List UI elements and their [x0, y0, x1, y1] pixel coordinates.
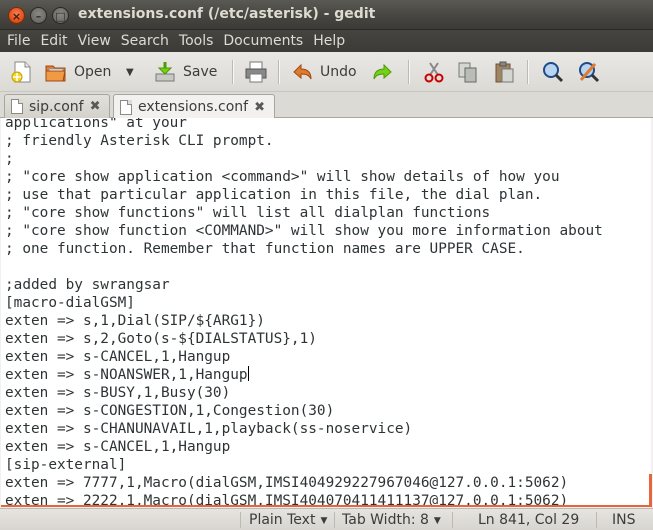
redo-button[interactable] — [371, 58, 395, 86]
dropdown-arrow-icon: ▼ — [126, 66, 134, 78]
tab-bar: sip.conf ✖ extensions.conf ✖ — [0, 92, 653, 119]
document-icon — [120, 99, 132, 115]
code-line: ; — [5, 151, 14, 167]
gedit-window: × – □ extensions.conf (/etc/asterisk) - … — [0, 0, 653, 530]
tab-label: extensions.conf — [138, 99, 249, 115]
status-bar: Plain Text ▼ Tab Width: 8 ▼ Ln 841, Col 29… — [0, 508, 653, 530]
code-line: exten => 7777,1,Macro(dialGSM,IMSI404929… — [5, 475, 569, 491]
menu-documents[interactable]: Documents — [218, 30, 308, 52]
code-line: ; "core show application <command>" will… — [5, 169, 560, 185]
text-caret — [247, 366, 249, 381]
toolbar-separator — [232, 60, 233, 84]
find-button[interactable] — [541, 58, 565, 86]
close-icon[interactable]: × — [8, 7, 25, 24]
paste-icon — [495, 61, 514, 83]
text-editor[interactable]: applications" at your ; friendly Asteris… — [1, 118, 651, 507]
code-line: [macro-dialGSM] — [5, 295, 135, 311]
open-button[interactable]: Open — [44, 58, 111, 86]
undo-button[interactable]: Undo — [290, 58, 357, 86]
toolbar-separator — [527, 60, 528, 84]
code-line: ; one function. Remember that function n… — [5, 241, 525, 257]
print-icon — [245, 61, 267, 83]
code-line: ; "core show function <COMMAND>" will sh… — [5, 223, 603, 239]
redo-icon — [373, 63, 392, 80]
code-line: exten => s-CHANUNAVAIL,1,playback(ss-nos… — [5, 421, 413, 437]
title-bar: × – □ extensions.conf (/etc/asterisk) - … — [0, 0, 653, 30]
tab-width-label: Tab Width: 8 — [342, 512, 429, 528]
editor-bottom-border — [1, 505, 651, 507]
code-line: applications" at your — [5, 118, 187, 131]
open-label: Open — [74, 64, 112, 80]
status-separator — [240, 512, 241, 528]
copy-icon — [458, 62, 477, 83]
tab-extensions-conf[interactable]: extensions.conf ✖ — [113, 94, 275, 119]
menu-edit[interactable]: Edit — [35, 30, 72, 52]
code-line: exten => s-CONGESTION,1,Congestion(30) — [5, 403, 335, 419]
replace-button[interactable] — [577, 58, 601, 86]
dropdown-arrow-icon: ▼ — [433, 516, 441, 526]
tab-close-icon[interactable]: ✖ — [254, 100, 265, 115]
toolbar: Open ▼ Save Undo — [0, 52, 653, 92]
language-label: Plain Text — [249, 512, 316, 528]
paste-button[interactable] — [492, 58, 516, 86]
code-line: exten => s-BUSY,1,Busy(30) — [5, 385, 231, 401]
menu-view[interactable]: View — [73, 30, 116, 52]
scrollbar[interactable] — [649, 474, 652, 507]
cursor-position: Ln 841, Col 29 — [478, 512, 580, 528]
minimize-icon[interactable]: – — [30, 7, 47, 24]
menu-help[interactable]: Help — [308, 30, 350, 52]
search-icon — [543, 62, 564, 83]
menu-file[interactable]: File — [2, 30, 35, 52]
document-icon — [11, 99, 23, 114]
menu-search[interactable]: Search — [116, 30, 174, 52]
cut-button[interactable] — [422, 58, 446, 86]
undo-icon — [293, 63, 312, 80]
status-separator — [596, 512, 597, 528]
code-line: exten => s-CANCEL,1,Hangup — [5, 439, 231, 455]
menu-bar: File Edit View Search Tools Documents He… — [0, 30, 653, 52]
save-label: Save — [183, 64, 218, 80]
open-dropdown[interactable]: ▼ — [126, 58, 134, 86]
new-document-icon — [11, 61, 31, 83]
save-icon — [155, 62, 175, 82]
dropdown-arrow-icon: ▼ — [320, 516, 328, 526]
code-line: exten => s,1,Dial(SIP/${ARG1}) — [5, 313, 265, 329]
code-line: ;added by swrangsar — [5, 277, 170, 293]
code-line-text: exten => s-NOANSWER,1,Hangup — [5, 367, 248, 383]
save-button[interactable]: Save — [153, 58, 217, 86]
language-selector[interactable]: Plain Text ▼ — [249, 512, 327, 528]
code-line: exten => s,2,Goto(s-${DIALSTATUS},1) — [5, 331, 317, 347]
toolbar-separator — [278, 60, 279, 84]
toolbar-separator — [408, 60, 409, 84]
insert-mode: INS — [612, 512, 636, 528]
code-line-with-caret: exten => s-NOANSWER,1,Hangup — [5, 366, 249, 384]
open-folder-icon — [45, 65, 66, 82]
menu-tools[interactable]: Tools — [174, 30, 219, 52]
tab-label: sip.conf — [29, 98, 84, 115]
code-line: exten => s-CANCEL,1,Hangup — [5, 349, 231, 365]
tab-close-icon[interactable]: ✖ — [90, 99, 101, 114]
code-line: ; friendly Asterisk CLI prompt. — [5, 133, 274, 149]
replace-icon — [579, 62, 600, 83]
copy-button[interactable] — [456, 58, 480, 86]
status-separator — [334, 512, 335, 528]
tab-sip-conf[interactable]: sip.conf ✖ — [4, 94, 110, 118]
print-button[interactable] — [244, 58, 268, 86]
code-line: ; "core show functions" will list all di… — [5, 205, 491, 221]
tab-width-selector[interactable]: Tab Width: 8 ▼ — [342, 512, 441, 528]
maximize-icon[interactable]: □ — [52, 7, 69, 24]
undo-label: Undo — [320, 64, 357, 80]
window-title: extensions.conf (/etc/asterisk) - gedit — [78, 6, 376, 22]
new-button[interactable] — [10, 58, 34, 86]
cut-icon — [424, 62, 444, 83]
code-line: ; use that particular application in thi… — [5, 187, 543, 203]
status-separator — [452, 512, 453, 528]
code-line: [sip-external] — [5, 457, 127, 473]
